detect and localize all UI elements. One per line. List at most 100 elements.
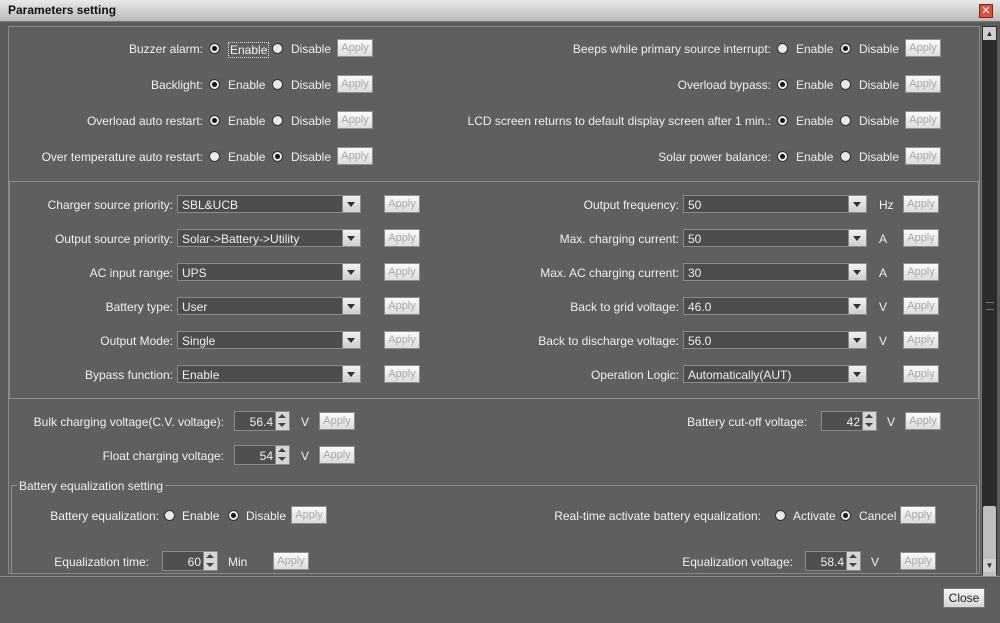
chevron-down-icon[interactable]	[848, 264, 866, 280]
buzzer-alarm-enable-radio[interactable]	[209, 43, 220, 54]
battery-equalization-apply-button[interactable]: Apply	[291, 506, 327, 524]
charger-source-priority-select[interactable]: SBL&UCB	[177, 195, 361, 213]
battery-equalization-disable-label[interactable]: Disable	[246, 509, 286, 523]
beeps-enable-label[interactable]: Enable	[796, 42, 833, 56]
spinner-arrows-icon[interactable]	[862, 412, 876, 430]
chevron-down-icon[interactable]	[848, 332, 866, 348]
solar-balance-enable-label[interactable]: Enable	[796, 150, 833, 164]
chevron-down-icon[interactable]	[848, 230, 866, 246]
chevron-down-icon[interactable]	[342, 230, 360, 246]
realtime-activate-radio[interactable]	[775, 510, 786, 521]
float-charging-voltage-spinner[interactable]: 54	[234, 445, 290, 465]
ac-input-range-select[interactable]: UPS	[177, 263, 361, 281]
battery-equalization-enable-radio[interactable]	[164, 510, 175, 521]
chevron-down-icon[interactable]	[342, 264, 360, 280]
overload-bypass-enable-radio[interactable]	[777, 79, 788, 90]
battery-type-apply-button[interactable]: Apply	[384, 297, 420, 315]
output-frequency-select[interactable]: 50	[683, 195, 867, 213]
backlight-disable-radio[interactable]	[272, 79, 283, 90]
backlight-apply-button[interactable]: Apply	[337, 75, 373, 93]
beeps-disable-radio[interactable]	[840, 43, 851, 54]
equalization-time-spinner[interactable]: 60	[162, 551, 218, 571]
scroll-up-icon[interactable]: ▲	[983, 27, 996, 40]
chevron-down-icon[interactable]	[848, 366, 866, 382]
overload-auto-restart-apply-button[interactable]: Apply	[337, 111, 373, 129]
bulk-charging-voltage-spinner[interactable]: 56.4	[234, 411, 290, 431]
max-charging-current-select[interactable]: 50	[683, 229, 867, 247]
vertical-scrollbar[interactable]: ▲ ▼	[981, 26, 997, 591]
over-temp-disable-label[interactable]: Disable	[291, 150, 331, 164]
equalization-voltage-apply-button[interactable]: Apply	[900, 552, 936, 570]
lcd-return-enable-label[interactable]: Enable	[796, 114, 833, 128]
back-to-discharge-voltage-apply-button[interactable]: Apply	[903, 331, 939, 349]
bypass-function-apply-button[interactable]: Apply	[384, 365, 420, 383]
beeps-apply-button[interactable]: Apply	[905, 39, 941, 57]
spinner-arrows-icon[interactable]	[846, 552, 860, 570]
spinner-arrows-icon[interactable]	[203, 552, 217, 570]
solar-balance-disable-radio[interactable]	[840, 151, 851, 162]
charger-source-priority-apply-button[interactable]: Apply	[384, 195, 420, 213]
back-to-discharge-voltage-select[interactable]: 56.0	[683, 331, 867, 349]
output-source-priority-select[interactable]: Solar->Battery->Utility	[177, 229, 361, 247]
battery-equalization-disable-radio[interactable]	[228, 510, 239, 521]
chevron-down-icon[interactable]	[342, 366, 360, 382]
close-button[interactable]: Close	[943, 588, 985, 608]
close-window-icon[interactable]: ✕	[979, 4, 993, 18]
output-source-priority-apply-button[interactable]: Apply	[384, 229, 420, 247]
battery-cutoff-voltage-apply-button[interactable]: Apply	[905, 412, 941, 430]
overload-bypass-disable-label[interactable]: Disable	[859, 78, 899, 92]
solar-balance-apply-button[interactable]: Apply	[905, 147, 941, 165]
max-charging-current-apply-button[interactable]: Apply	[903, 229, 939, 247]
overload-auto-restart-disable-radio[interactable]	[272, 115, 283, 126]
solar-balance-enable-radio[interactable]	[777, 151, 788, 162]
equalization-voltage-spinner[interactable]: 58.4	[805, 551, 861, 571]
spinner-arrows-icon[interactable]	[275, 412, 289, 430]
scroll-down-icon[interactable]: ▼	[983, 559, 996, 572]
lcd-return-disable-label[interactable]: Disable	[859, 114, 899, 128]
backlight-enable-label[interactable]: Enable	[228, 78, 265, 92]
lcd-return-disable-radio[interactable]	[840, 115, 851, 126]
output-frequency-apply-button[interactable]: Apply	[903, 195, 939, 213]
over-temp-enable-label[interactable]: Enable	[228, 150, 265, 164]
over-temp-enable-radio[interactable]	[209, 151, 220, 162]
chevron-down-icon[interactable]	[342, 298, 360, 314]
realtime-activate-option-label[interactable]: Activate	[793, 509, 836, 523]
equalization-time-apply-button[interactable]: Apply	[273, 552, 309, 570]
overload-auto-restart-disable-label[interactable]: Disable	[291, 114, 331, 128]
realtime-cancel-option-label[interactable]: Cancel	[859, 509, 896, 523]
output-mode-apply-button[interactable]: Apply	[384, 331, 420, 349]
operation-logic-select[interactable]: Automatically(AUT)	[683, 365, 867, 383]
float-charging-voltage-apply-button[interactable]: Apply	[319, 446, 355, 464]
backlight-disable-label[interactable]: Disable	[291, 78, 331, 92]
chevron-down-icon[interactable]	[848, 298, 866, 314]
ac-input-range-apply-button[interactable]: Apply	[384, 263, 420, 281]
bulk-charging-voltage-apply-button[interactable]: Apply	[319, 412, 355, 430]
buzzer-alarm-apply-button[interactable]: Apply	[337, 39, 373, 57]
overload-auto-restart-enable-radio[interactable]	[209, 115, 220, 126]
operation-logic-apply-button[interactable]: Apply	[903, 365, 939, 383]
beeps-disable-label[interactable]: Disable	[859, 42, 899, 56]
backlight-enable-radio[interactable]	[209, 79, 220, 90]
max-ac-charging-current-apply-button[interactable]: Apply	[903, 263, 939, 281]
over-temp-apply-button[interactable]: Apply	[337, 147, 373, 165]
bypass-function-select[interactable]: Enable	[177, 365, 361, 383]
overload-bypass-disable-radio[interactable]	[840, 79, 851, 90]
battery-cutoff-voltage-spinner[interactable]: 42	[821, 411, 877, 431]
spinner-arrows-icon[interactable]	[275, 446, 289, 464]
chevron-down-icon[interactable]	[342, 196, 360, 212]
overload-auto-restart-enable-label[interactable]: Enable	[228, 114, 265, 128]
solar-balance-disable-label[interactable]: Disable	[859, 150, 899, 164]
buzzer-alarm-disable-radio[interactable]	[272, 43, 283, 54]
realtime-activate-apply-button[interactable]: Apply	[900, 506, 936, 524]
back-to-grid-voltage-apply-button[interactable]: Apply	[903, 297, 939, 315]
beeps-enable-radio[interactable]	[777, 43, 788, 54]
over-temp-disable-radio[interactable]	[272, 151, 283, 162]
lcd-return-apply-button[interactable]: Apply	[905, 111, 941, 129]
chevron-down-icon[interactable]	[848, 196, 866, 212]
lcd-return-enable-radio[interactable]	[777, 115, 788, 126]
back-to-grid-voltage-select[interactable]: 46.0	[683, 297, 867, 315]
overload-bypass-apply-button[interactable]: Apply	[905, 75, 941, 93]
buzzer-alarm-enable-label[interactable]: Enable	[228, 42, 270, 58]
chevron-down-icon[interactable]	[342, 332, 360, 348]
output-mode-select[interactable]: Single	[177, 331, 361, 349]
